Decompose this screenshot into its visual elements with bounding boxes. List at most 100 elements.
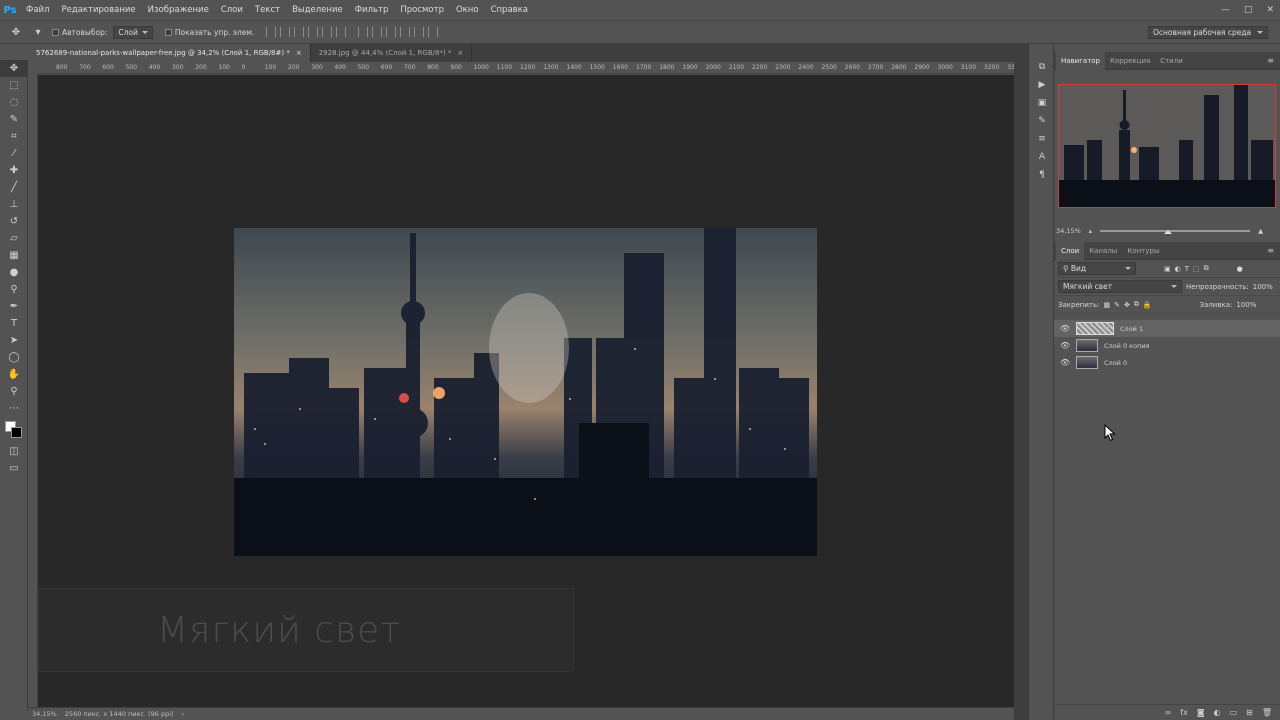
maximize-button[interactable]: □	[1244, 5, 1253, 15]
more-tools-icon[interactable]: ⋯	[0, 400, 28, 417]
tab-channels[interactable]: Каналы	[1084, 242, 1122, 260]
layer-row[interactable]: 👁 Слой 0 копия	[1054, 337, 1280, 354]
autoselect-checkbox-box[interactable]	[52, 28, 59, 36]
menu-view[interactable]: Просмотр	[394, 0, 450, 20]
dodge-tool-icon[interactable]: ⚲	[0, 281, 28, 298]
align-top-icon[interactable]	[266, 27, 277, 37]
menu-edit[interactable]: Редактирование	[55, 0, 141, 20]
opacity-value[interactable]: 100%	[1253, 283, 1273, 291]
menu-filter[interactable]: Фильтр	[349, 0, 395, 20]
align-right-icon[interactable]	[336, 27, 347, 37]
layer-thumbnail[interactable]	[1076, 322, 1114, 335]
align-hcenter-icon[interactable]	[322, 27, 333, 37]
character-panel-icon[interactable]: A	[1029, 148, 1055, 166]
history-brush-tool-icon[interactable]: ↺	[0, 213, 28, 230]
paragraph-panel-icon[interactable]: ¶	[1029, 166, 1055, 184]
distribute-vcenter-icon[interactable]	[372, 27, 383, 37]
tab-adjustments[interactable]: Коррекция	[1105, 52, 1155, 70]
lock-transparent-icon[interactable]: ▦	[1103, 301, 1110, 309]
menu-window[interactable]: Окно	[450, 0, 485, 20]
status-arrow-icon[interactable]: ›	[182, 710, 185, 718]
filter-pixel-icon[interactable]: ▣	[1164, 265, 1171, 273]
panel-menu-icon[interactable]: ≡	[1267, 246, 1274, 255]
adjustment-icon[interactable]: ◐	[1214, 708, 1221, 717]
distribute-bottom-icon[interactable]	[386, 27, 397, 37]
document-image[interactable]	[234, 228, 817, 556]
tab-paths[interactable]: Контуры	[1122, 242, 1164, 260]
quick-mask-icon[interactable]: ◫	[0, 443, 28, 460]
layer-thumbnail[interactable]	[1076, 339, 1098, 352]
menu-layers[interactable]: Слои	[215, 0, 249, 20]
brush-presets-panel-icon[interactable]: ≡	[1029, 130, 1055, 148]
tab-styles[interactable]: Стили	[1155, 52, 1188, 70]
eyedropper-tool-icon[interactable]: ⁄	[0, 145, 28, 162]
crop-tool-icon[interactable]: ⌗	[0, 128, 28, 145]
autoselect-checkbox[interactable]: Автовыбор:	[52, 28, 107, 37]
layer-row[interactable]: 👁 Слой 1	[1054, 320, 1280, 337]
workspace-dropdown[interactable]: Основная рабочая среда	[1148, 26, 1268, 39]
close-icon[interactable]: ×	[457, 49, 463, 57]
align-bottom-icon[interactable]	[294, 27, 305, 37]
lock-move-icon[interactable]: ✥	[1124, 301, 1130, 309]
panel-collapse-strip[interactable]	[1014, 44, 1028, 720]
zoom-out-icon[interactable]: ▴	[1089, 227, 1092, 235]
color-swatches-icon[interactable]	[0, 417, 28, 443]
canvas-area[interactable]: Мягкий свет	[38, 75, 1014, 707]
distribute-hcenter-icon[interactable]	[414, 27, 425, 37]
lock-artboard-icon[interactable]: ⧉	[1134, 300, 1139, 309]
filter-toggle-icon[interactable]: ●	[1237, 265, 1243, 273]
autoselect-dropdown[interactable]: Слой	[113, 25, 153, 39]
menu-select[interactable]: Выделение	[286, 0, 349, 20]
shape-tool-icon[interactable]: ◯	[0, 349, 28, 366]
history-panel-icon[interactable]: ⧉	[1029, 58, 1055, 76]
doc-tab-2[interactable]: 2928.jpg @ 44,4% (Слой 1, RGB/8*) * ×	[311, 44, 473, 62]
menu-help[interactable]: Справка	[485, 0, 534, 20]
navigator-thumbnail[interactable]	[1058, 84, 1276, 208]
marquee-tool-icon[interactable]: ⬚	[0, 77, 28, 94]
lasso-tool-icon[interactable]: ◌	[0, 94, 28, 111]
eye-icon[interactable]: 👁	[1060, 358, 1070, 367]
distribute-left-icon[interactable]	[400, 27, 411, 37]
stamp-tool-icon[interactable]: ⊥	[0, 196, 28, 213]
actions-panel-icon[interactable]: ▶	[1029, 76, 1055, 94]
mask-icon[interactable]: ◙	[1197, 708, 1205, 717]
close-button[interactable]: ✕	[1266, 5, 1274, 15]
eye-icon[interactable]: 👁	[1060, 324, 1070, 333]
link-icon[interactable]: ∞	[1165, 708, 1172, 717]
healing-tool-icon[interactable]: ✚	[0, 162, 28, 179]
pen-tool-icon[interactable]: ✒	[0, 298, 28, 315]
fx-icon[interactable]: fx	[1180, 708, 1188, 717]
quick-select-tool-icon[interactable]: ✎	[0, 111, 28, 128]
menu-file[interactable]: Файл	[20, 0, 55, 20]
status-zoom[interactable]: 34,15%	[32, 710, 57, 718]
trash-icon[interactable]: 🗑	[1262, 708, 1272, 717]
tool-preset-chevron-icon[interactable]: ▾	[30, 25, 46, 39]
menu-type[interactable]: Текст	[249, 0, 286, 20]
distribute-top-icon[interactable]	[358, 27, 369, 37]
type-tool-icon[interactable]: T	[0, 315, 28, 332]
eye-icon[interactable]: 👁	[1060, 341, 1070, 350]
align-vcenter-icon[interactable]	[280, 27, 291, 37]
filter-type-icon[interactable]: T	[1185, 265, 1189, 273]
layer-filter-dropdown[interactable]: ⚲ Вид	[1058, 262, 1136, 275]
blend-mode-dropdown[interactable]: Мягкий свет	[1058, 280, 1182, 293]
layer-thumbnail[interactable]	[1076, 356, 1098, 369]
lock-paint-icon[interactable]: ✎	[1114, 301, 1120, 309]
layer-row[interactable]: 👁 Слой 0	[1054, 354, 1280, 371]
fill-value[interactable]: 100%	[1236, 301, 1256, 309]
tab-layers[interactable]: Слои	[1056, 241, 1085, 260]
menu-image[interactable]: Изображение	[142, 0, 215, 20]
hand-tool-icon[interactable]: ✋	[0, 366, 28, 383]
gradient-tool-icon[interactable]: ▦	[0, 247, 28, 264]
layer-name[interactable]: Слой 0 копия	[1104, 342, 1149, 350]
path-select-tool-icon[interactable]: ➤	[0, 332, 28, 349]
zoom-slider[interactable]	[1100, 230, 1251, 234]
move-tool-icon[interactable]: ✥	[0, 60, 28, 77]
minimize-button[interactable]: —	[1221, 5, 1230, 15]
zoom-in-icon[interactable]: ▲	[1258, 227, 1263, 235]
new-layer-icon[interactable]: ⊞	[1246, 708, 1253, 717]
panel-menu-icon[interactable]: ≡	[1267, 56, 1274, 65]
group-icon[interactable]: ▭	[1230, 708, 1238, 717]
lock-all-icon[interactable]: 🔒	[1143, 301, 1152, 309]
show-transform-checkbox[interactable]: Показать упр. элем.	[164, 28, 254, 37]
